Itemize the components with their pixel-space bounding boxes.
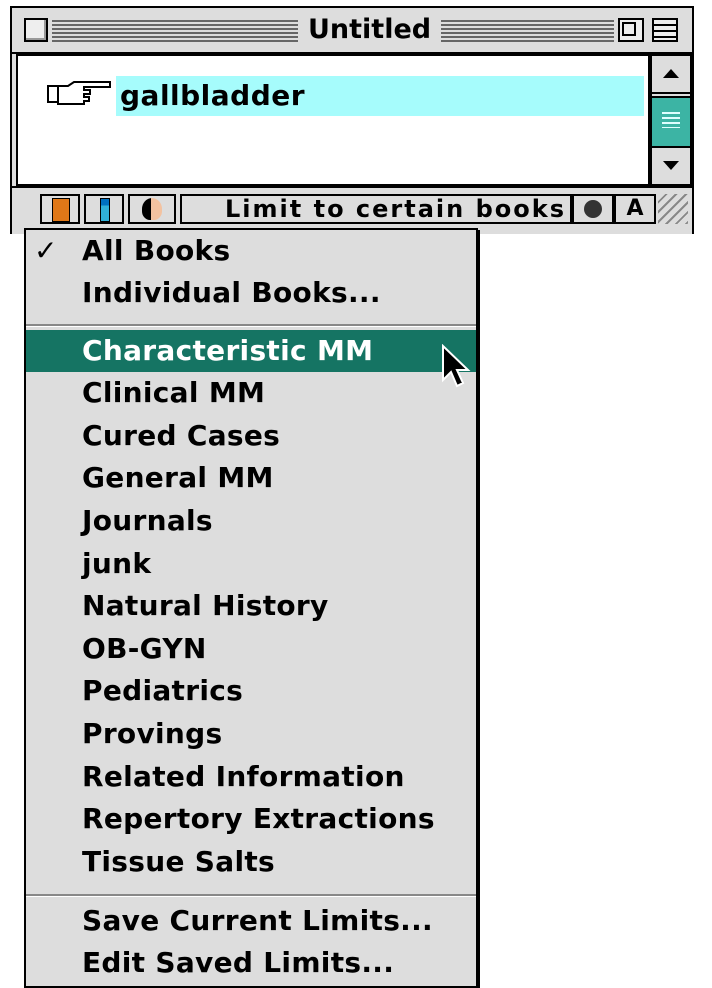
- title-bar[interactable]: Untitled: [12, 8, 692, 54]
- font-button[interactable]: A: [614, 194, 656, 224]
- search-window: Untitled gallbladder Limit to certain bo…: [10, 6, 694, 234]
- title-stripes-right: [432, 18, 614, 42]
- close-box-icon[interactable]: [24, 18, 48, 42]
- vertical-scrollbar[interactable]: [650, 54, 692, 186]
- query-text[interactable]: gallbladder: [116, 76, 644, 116]
- menu-item-characteristic-mm[interactable]: Characteristic MM: [26, 330, 476, 372]
- menu-item-junk[interactable]: junk: [26, 543, 476, 585]
- menu-item-all-books[interactable]: ✓ All Books: [26, 230, 476, 272]
- menu-item-pediatrics[interactable]: Pediatrics: [26, 670, 476, 712]
- scroll-up-arrow-icon[interactable]: [652, 56, 690, 94]
- face-profile-icon[interactable]: [128, 194, 176, 224]
- menu-item-label: All Books: [82, 234, 231, 267]
- menu-item-individual-books[interactable]: Individual Books...: [26, 272, 476, 314]
- menu-separator: [26, 894, 476, 897]
- test-tube-icon[interactable]: [84, 194, 124, 224]
- scroll-thumb[interactable]: [652, 96, 690, 148]
- menu-item-provings[interactable]: Provings: [26, 713, 476, 755]
- menu-item-tissue-salts[interactable]: Tissue Salts: [26, 841, 476, 883]
- paw-print-icon[interactable]: [572, 194, 614, 224]
- scroll-down-arrow-icon[interactable]: [652, 146, 690, 184]
- menu-item-repertory-extractions[interactable]: Repertory Extractions: [26, 798, 476, 840]
- window-title: Untitled: [298, 14, 442, 46]
- menu-item-related-information[interactable]: Related Information: [26, 756, 476, 798]
- query-area[interactable]: gallbladder: [16, 54, 650, 186]
- bottom-toolbar: Limit to certain books A: [12, 186, 692, 234]
- menu-item-edit-saved-limits[interactable]: Edit Saved Limits...: [26, 942, 476, 984]
- menu-item-clinical-mm[interactable]: Clinical MM: [26, 372, 476, 414]
- menu-item-cured-cases[interactable]: Cured Cases: [26, 415, 476, 457]
- menu-item-journals[interactable]: Journals: [26, 500, 476, 542]
- menu-item-save-current-limits[interactable]: Save Current Limits...: [26, 900, 476, 942]
- menu-item-natural-history[interactable]: Natural History: [26, 585, 476, 627]
- limit-books-menu: ✓ All Books Individual Books... Characte…: [24, 228, 478, 988]
- limit-books-popup[interactable]: Limit to certain books: [180, 194, 572, 224]
- collapse-box-icon[interactable]: [652, 18, 678, 42]
- menu-item-ob-gyn[interactable]: OB-GYN: [26, 628, 476, 670]
- checkmark-icon: ✓: [34, 234, 58, 267]
- zoom-box-icon[interactable]: [618, 18, 644, 42]
- menu-item-general-mm[interactable]: General MM: [26, 457, 476, 499]
- title-stripes-left: [52, 18, 298, 42]
- pointing-hand-icon: [47, 81, 111, 105]
- book-icon[interactable]: [40, 194, 80, 224]
- menu-separator: [26, 324, 476, 327]
- resize-grip-icon[interactable]: [658, 194, 688, 224]
- mouse-pointer-icon: [442, 344, 471, 388]
